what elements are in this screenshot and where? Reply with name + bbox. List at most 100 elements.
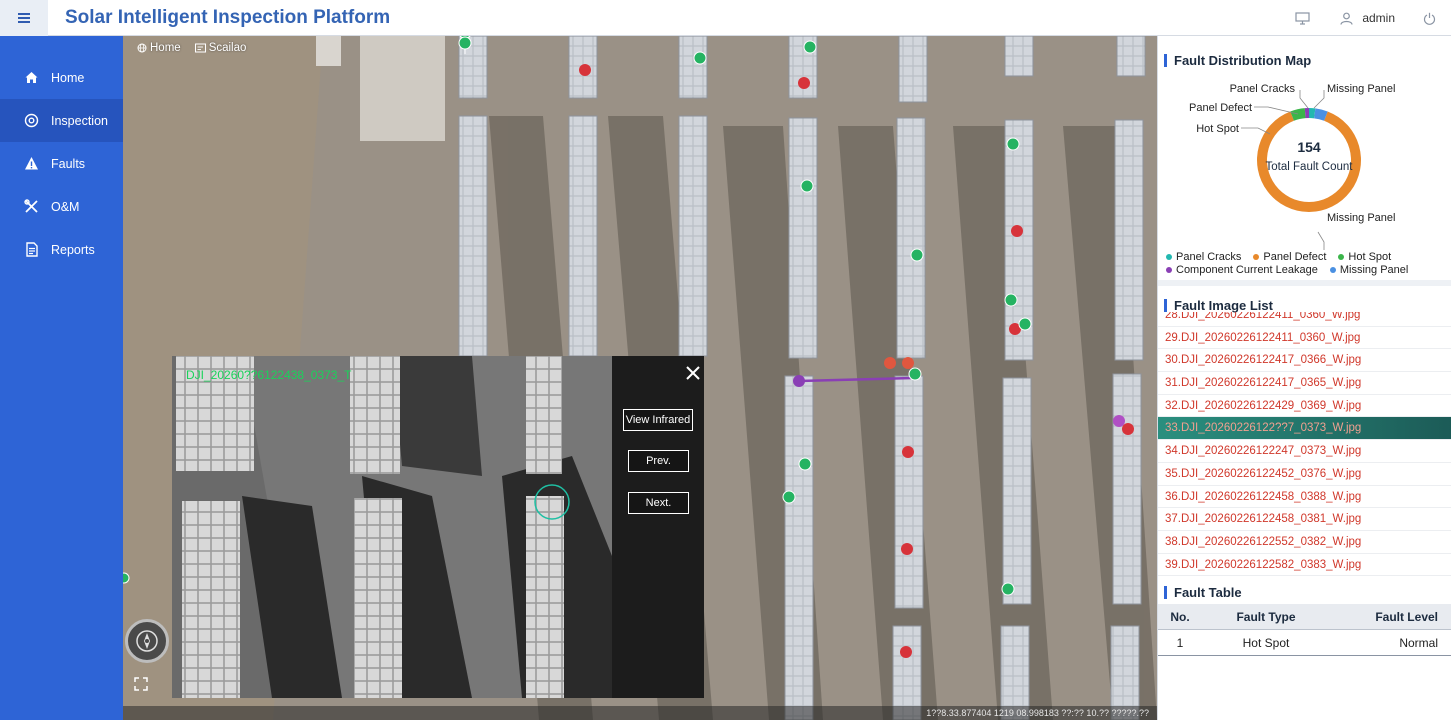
sidebar-item-reports[interactable]: Reports — [0, 228, 123, 271]
fault-image-list[interactable]: 28.DJI_20260226122411_0360_W.jpg 29.DJI_… — [1158, 312, 1451, 576]
header-actions: admin — [1294, 0, 1437, 36]
list-item[interactable]: 34.DJI_20260226122247_0373_W.jpg — [1158, 440, 1451, 463]
prev-button[interactable]: Prev. — [628, 450, 689, 472]
legend-item-panel-defect[interactable]: Panel Defect — [1253, 251, 1326, 263]
sidebar-item-label: Home — [51, 70, 85, 85]
legend-item-panel-cracks[interactable]: Panel Cracks — [1166, 251, 1241, 263]
fault-image-list-title: Fault Image List — [1164, 299, 1273, 312]
close-button[interactable] — [684, 364, 702, 382]
sidebar: Home Inspection Faults O&M Reports — [0, 36, 123, 720]
legend-dot — [1338, 253, 1345, 260]
legend-dot — [1329, 266, 1336, 273]
list-item[interactable]: 35.DJI_20260226122452_0376_W.jpg — [1158, 463, 1451, 486]
globe-icon — [137, 43, 147, 53]
list-item[interactable]: 32.DJI_20260226122429_0369_W.jpg — [1158, 395, 1451, 418]
app-title: Solar Intelligent Inspection Platform — [65, 7, 391, 28]
username-label[interactable]: admin — [1362, 11, 1395, 25]
wrench-icon — [24, 199, 38, 213]
map-tab-scailao[interactable]: Scailao — [194, 42, 247, 54]
fault-table-title: Fault Table — [1164, 586, 1242, 599]
legend-item-current-leakage[interactable]: Component Current Leakage — [1166, 264, 1318, 276]
next-button[interactable]: Next. — [628, 492, 689, 514]
legend-dot — [1166, 253, 1172, 260]
view-infrared-button[interactable]: View Infrared — [623, 409, 693, 431]
total-count-value: 154 — [1297, 139, 1321, 155]
target-icon — [24, 113, 39, 128]
cell-fault-level: Normal — [1399, 635, 1438, 650]
power-icon[interactable] — [1421, 10, 1437, 26]
sidebar-item-faults[interactable]: Faults — [0, 142, 123, 185]
image-filename-caption: DJI_20260??6122438_0373_T — [186, 368, 352, 382]
legend-dot — [1166, 266, 1172, 273]
user-icon[interactable] — [1338, 10, 1354, 26]
fault-distribution-chart: 154 Total Fault Count Panel Cracks Missi… — [1189, 83, 1395, 250]
list-item[interactable]: 37.DJI_20260226122458_0381_W.jpg — [1158, 508, 1451, 531]
legend-item-hot-spot[interactable]: Hot Spot — [1338, 251, 1391, 263]
callout-missing-panel-top: Missing Panel — [1327, 83, 1395, 95]
list-item[interactable]: 29.DJI_20260226122411_0360_W.jpg — [1158, 327, 1451, 350]
donut-slices — [1257, 108, 1361, 212]
legend-row: Component Current Leakage Missing Panel — [1166, 263, 1446, 276]
layers-icon — [194, 43, 206, 53]
legend-label: Panel Defect — [1263, 250, 1327, 263]
list-item[interactable]: 38.DJI_20260226122552_0382_W.jpg — [1158, 531, 1451, 554]
callout-panel-cracks: Panel Cracks — [1230, 83, 1296, 95]
list-item[interactable]: 39.DJI_20260226122582_0383_W.jpg — [1158, 554, 1451, 576]
sidebar-item-home[interactable]: Home — [0, 56, 123, 99]
column-header-no: No. — [1170, 609, 1190, 624]
callout-panel-defect: Panel Defect — [1189, 102, 1252, 114]
fullscreen-icon — [134, 677, 148, 691]
fullscreen-button[interactable] — [133, 676, 149, 692]
legend-label: Component Current Leakage — [1176, 263, 1318, 276]
table-header: No. Fault Type Fault Level — [1158, 604, 1451, 630]
hamburger-icon — [18, 17, 30, 19]
legend-row: Panel Cracks Panel Defect Hot Spot — [1166, 250, 1446, 263]
map-tab-label: Home — [150, 42, 181, 54]
list-item[interactable]: 28.DJI_20260226122411_0360_W.jpg — [1158, 312, 1451, 327]
map-tab-home[interactable]: Home — [137, 42, 181, 54]
total-count-label: Total Fault Count — [1266, 161, 1354, 173]
document-icon — [26, 242, 38, 257]
grayscale-photo — [172, 356, 612, 698]
inspection-image — [172, 356, 612, 698]
sidebar-item-label: O&M — [51, 199, 80, 214]
close-icon — [686, 366, 700, 380]
compass-button[interactable] — [125, 619, 169, 663]
image-viewer-dialog: DJI_20260??6122438_0373_T View Infrared … — [172, 356, 704, 698]
compass-icon — [136, 630, 158, 652]
list-item[interactable]: 36.DJI_20260226122458_0388_W.jpg — [1158, 486, 1451, 509]
chart-legend: Panel Cracks Panel Defect Hot Spot Compo… — [1166, 250, 1446, 276]
map-tab-label: Scailao — [208, 42, 247, 54]
sidebar-item-label: Reports — [51, 242, 95, 257]
legend-item-missing-panel[interactable]: Missing Panel — [1329, 263, 1409, 276]
coordinate-readout: 1??8.33.877404 1219 08.998183 ??:?? 10.?… — [123, 706, 1157, 720]
legend-label: Missing Panel — [1339, 263, 1409, 276]
column-header-fault-level: Fault Level — [1375, 609, 1438, 624]
app-root: Solar Intelligent Inspection Platform ad… — [0, 0, 1451, 720]
monitor-icon[interactable] — [1294, 10, 1310, 26]
menu-toggle-button[interactable] — [0, 0, 48, 36]
sidebar-item-inspection[interactable]: Inspection — [0, 99, 123, 142]
list-item-selected[interactable]: 33.DJI_20260226122??7_0373_W.jpg — [1158, 417, 1451, 441]
sidebar-item-om[interactable]: O&M — [0, 185, 123, 228]
map-tab-bar: Home Scailao — [137, 42, 246, 54]
list-item[interactable]: 31.DJI_20260226122417_0365_W.jpg — [1158, 372, 1451, 395]
list-item[interactable]: 30.DJI_20260226122417_0366_W.jpg — [1158, 349, 1451, 373]
right-panel: Fault Distribution Map 154 Total Fault C… — [1157, 36, 1451, 720]
warning-icon — [25, 157, 38, 170]
callout-missing-panel-bottom: Missing Panel — [1327, 212, 1395, 224]
table-row[interactable]: 1 Hot Spot Normal — [1158, 630, 1451, 656]
legend-label: Panel Cracks — [1176, 250, 1242, 263]
sidebar-item-label: Inspection — [51, 113, 108, 128]
legend-label: Hot Spot — [1348, 250, 1392, 263]
callout-hot-spot: Hot Spot — [1196, 123, 1239, 135]
home-icon — [25, 72, 38, 83]
legend-dot — [1253, 253, 1260, 260]
column-header-fault-type: Fault Type — [1236, 609, 1296, 624]
cell-fault-type: Hot Spot — [1242, 635, 1290, 650]
cell-no: 1 — [1176, 635, 1184, 650]
fault-distribution-title: Fault Distribution Map — [1164, 54, 1311, 67]
sidebar-item-label: Faults — [51, 156, 86, 171]
section-divider — [1158, 280, 1451, 286]
top-bar: Solar Intelligent Inspection Platform ad… — [0, 0, 1451, 36]
